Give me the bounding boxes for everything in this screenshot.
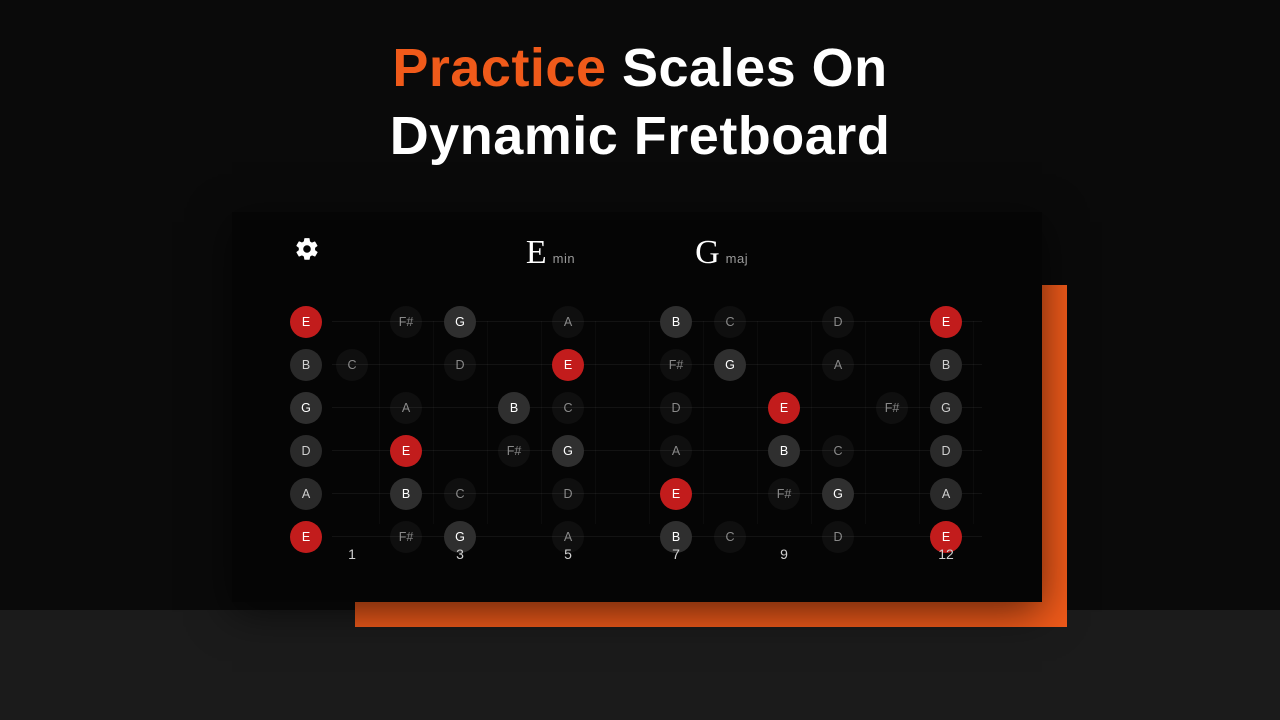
note[interactable]: A: [660, 435, 692, 467]
note-root[interactable]: E: [552, 349, 584, 381]
note-root[interactable]: E: [660, 478, 692, 510]
note[interactable]: F#: [390, 521, 422, 553]
note[interactable]: D: [660, 392, 692, 424]
fret-line: [487, 321, 488, 524]
note[interactable]: D: [290, 435, 322, 467]
fret-number: 3: [456, 546, 464, 562]
note[interactable]: C: [444, 478, 476, 510]
note-root[interactable]: E: [768, 392, 800, 424]
note-root[interactable]: E: [390, 435, 422, 467]
string-line: [332, 450, 982, 451]
note[interactable]: F#: [660, 349, 692, 381]
note[interactable]: B: [768, 435, 800, 467]
string-line: [332, 536, 982, 537]
fret-line: [541, 321, 542, 524]
note[interactable]: G: [552, 435, 584, 467]
note[interactable]: A: [822, 349, 854, 381]
note[interactable]: D: [930, 435, 962, 467]
title-rest-1: Scales On: [607, 38, 888, 98]
note[interactable]: B: [660, 306, 692, 338]
note[interactable]: F#: [768, 478, 800, 510]
string-line: [332, 364, 982, 365]
fret-number: 9: [780, 546, 788, 562]
fret-line: [433, 321, 434, 524]
note[interactable]: A: [390, 392, 422, 424]
fret-number: 12: [938, 546, 954, 562]
note[interactable]: B: [498, 392, 530, 424]
note[interactable]: G: [444, 306, 476, 338]
title-line-2: Dynamic Fretboard: [0, 103, 1280, 171]
fret-line: [919, 321, 920, 524]
note[interactable]: F#: [390, 306, 422, 338]
note[interactable]: G: [290, 392, 322, 424]
page-title: Practice Scales On Dynamic Fretboard: [0, 35, 1280, 170]
note[interactable]: F#: [876, 392, 908, 424]
note[interactable]: B: [290, 349, 322, 381]
note[interactable]: C: [714, 521, 746, 553]
note[interactable]: C: [822, 435, 854, 467]
fret-line: [811, 321, 812, 524]
fret-line: [757, 321, 758, 524]
note[interactable]: C: [714, 306, 746, 338]
scale-primary-mode: min: [553, 251, 575, 266]
note[interactable]: C: [336, 349, 368, 381]
fret-line: [595, 321, 596, 524]
scale-secondary-root: G: [695, 234, 720, 272]
note-root[interactable]: E: [930, 306, 962, 338]
note[interactable]: D: [822, 521, 854, 553]
string-line: [332, 493, 982, 494]
note[interactable]: A: [552, 306, 584, 338]
note[interactable]: G: [822, 478, 854, 510]
fret-number: 5: [564, 546, 572, 562]
string-line: [332, 321, 982, 322]
note[interactable]: A: [930, 478, 962, 510]
fret-line: [379, 321, 380, 524]
note[interactable]: C: [552, 392, 584, 424]
note-root[interactable]: E: [290, 521, 322, 553]
fret-number: 1: [348, 546, 356, 562]
scale-labels: E min G maj: [232, 234, 1042, 272]
scale-secondary[interactable]: G maj: [695, 234, 748, 272]
title-accent: Practice: [392, 38, 606, 98]
note[interactable]: B: [390, 478, 422, 510]
note[interactable]: B: [930, 349, 962, 381]
fret-line: [865, 321, 866, 524]
fret-line: [649, 321, 650, 524]
scale-primary-root: E: [526, 234, 547, 272]
note[interactable]: D: [444, 349, 476, 381]
fret-line: [973, 321, 974, 524]
note[interactable]: D: [552, 478, 584, 510]
fret-line: [703, 321, 704, 524]
note[interactable]: D: [822, 306, 854, 338]
scale-secondary-mode: maj: [726, 251, 748, 266]
scale-primary[interactable]: E min: [526, 234, 575, 272]
note[interactable]: A: [290, 478, 322, 510]
note-root[interactable]: E: [290, 306, 322, 338]
fretboard-panel: E min G maj EF#GABCDEBCDEF#GABGABCDEF#GD…: [232, 212, 1042, 602]
fretboard: EF#GABCDEBCDEF#GABGABCDEF#GDEF#GABCDABCD…: [292, 302, 982, 562]
panel-header: E min G maj: [232, 212, 1042, 282]
note[interactable]: F#: [498, 435, 530, 467]
fret-number: 7: [672, 546, 680, 562]
note[interactable]: G: [930, 392, 962, 424]
note[interactable]: G: [714, 349, 746, 381]
